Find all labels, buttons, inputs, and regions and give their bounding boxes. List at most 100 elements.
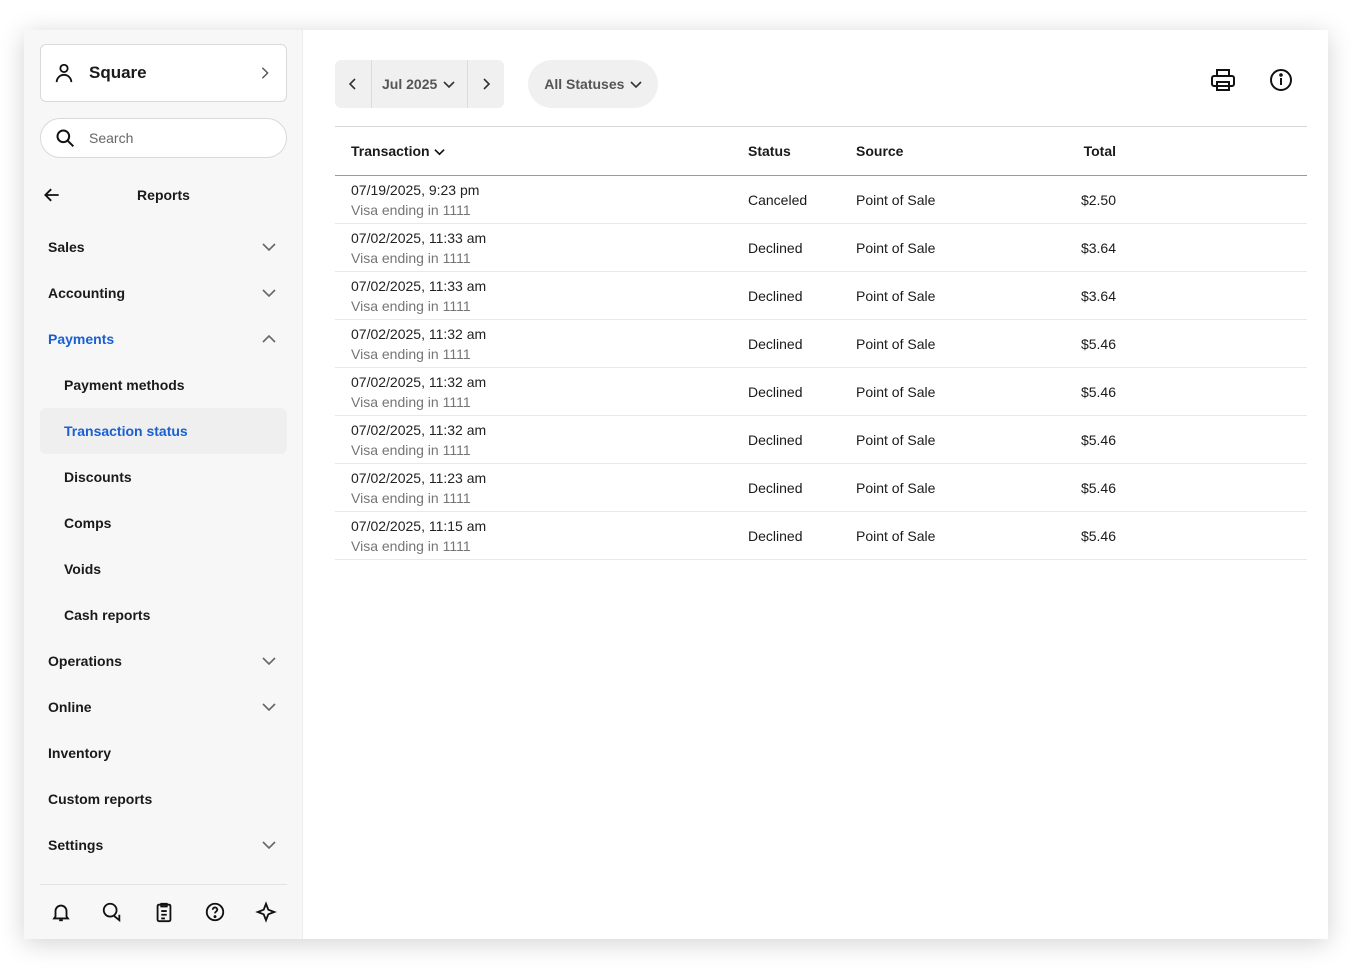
chevron-right-icon <box>483 78 491 90</box>
column-header-source: Source <box>856 143 904 159</box>
table-row[interactable]: 07/19/2025, 9:23 pm Visa ending in 1111 Ca… <box>335 176 1307 224</box>
transaction-card: Visa ending in 1111 <box>351 489 471 506</box>
chevron-down-icon <box>630 81 642 89</box>
transaction-datetime: 07/02/2025, 11:32 am <box>351 421 487 438</box>
transaction-card: Visa ending in 1111 <box>351 345 471 362</box>
transaction-cell: 07/02/2025, 11:33 am Visa ending in 1111 <box>335 228 748 268</box>
column-header-label: Transaction <box>351 143 430 159</box>
sidebar-item-discounts[interactable]: Discounts <box>40 454 287 500</box>
info-icon[interactable] <box>1268 67 1294 93</box>
total-cell: $2.50 <box>1080 191 1116 208</box>
sidebar-item-inventory[interactable]: Inventory <box>40 730 287 776</box>
table-row[interactable]: 07/02/2025, 11:32 am Visa ending in 1111 D… <box>335 368 1307 416</box>
transactions-table: Transaction Status Source Total 07/19/20… <box>335 126 1307 560</box>
source-cell: Point of Sale <box>856 431 936 448</box>
transaction-cell: 07/02/2025, 11:32 am Visa ending in 1111 <box>335 372 748 412</box>
transaction-card: Visa ending in 1111 <box>351 441 471 458</box>
source-cell: Point of Sale <box>856 527 936 544</box>
sidebar-item-sales[interactable]: Sales <box>40 224 287 270</box>
reports-header: Reports <box>40 180 287 210</box>
table-row[interactable]: 07/02/2025, 11:33 am Visa ending in 1111 D… <box>335 272 1307 320</box>
sidebar-item-label: Cash reports <box>64 607 151 623</box>
sparkle-icon[interactable] <box>255 901 277 923</box>
column-header-total: Total <box>1083 143 1116 159</box>
transaction-cell: 07/02/2025, 11:23 am Visa ending in 1111 <box>335 468 748 508</box>
total-cell: $5.46 <box>1080 431 1116 448</box>
table-header: Transaction Status Source Total <box>335 126 1307 176</box>
source-cell: Point of Sale <box>856 335 936 352</box>
source-cell: Point of Sale <box>856 239 936 256</box>
sidebar-item-payment-methods[interactable]: Payment methods <box>40 362 287 408</box>
next-month-button[interactable] <box>468 60 504 108</box>
status-filter-dropdown[interactable]: All Statuses <box>528 60 659 108</box>
transaction-cell: 07/02/2025, 11:32 am Visa ending in 1111 <box>335 324 748 364</box>
sidebar-item-accounting[interactable]: Accounting <box>40 270 287 316</box>
sidebar-item-comps[interactable]: Comps <box>40 500 287 546</box>
table-row[interactable]: 07/02/2025, 11:23 am Visa ending in 1111 D… <box>335 464 1307 512</box>
month-label: Jul 2025 <box>382 76 438 92</box>
search-box[interactable] <box>40 118 287 158</box>
sidebar-item-online[interactable]: Online <box>40 684 287 730</box>
transaction-card: Visa ending in 1111 <box>351 249 471 266</box>
transaction-cell: 07/19/2025, 9:23 pm Visa ending in 1111 <box>335 180 748 220</box>
source-cell: Point of Sale <box>856 383 936 400</box>
transaction-cell: 07/02/2025, 11:15 am Visa ending in 1111 <box>335 516 748 556</box>
help-icon[interactable] <box>204 901 226 923</box>
status-cell: Declined <box>748 431 803 448</box>
page-title: Reports <box>137 187 190 203</box>
status-cell: Declined <box>748 239 803 256</box>
table-row[interactable]: 07/02/2025, 11:15 am Visa ending in 1111 D… <box>335 512 1307 560</box>
transaction-datetime: 07/02/2025, 11:32 am <box>351 373 487 390</box>
sidebar-item-label: Inventory <box>48 745 112 761</box>
sidebar-item-transaction-status[interactable]: Transaction status <box>40 408 287 454</box>
total-cell: $5.46 <box>1080 383 1116 400</box>
transaction-datetime: 07/02/2025, 11:23 am <box>351 469 487 486</box>
status-cell: Declined <box>748 335 803 352</box>
date-selector: Jul 2025 <box>335 60 505 108</box>
sidebar-item-custom-reports[interactable]: Custom reports <box>40 776 287 822</box>
sidebar-item-cash-reports[interactable]: Cash reports <box>40 592 287 638</box>
chat-icon[interactable] <box>101 901 123 923</box>
sidebar-item-label: Online <box>48 699 92 715</box>
bell-icon[interactable] <box>50 901 72 923</box>
account-name: Square <box>89 63 147 82</box>
table-row[interactable]: 07/02/2025, 11:32 am Visa ending in 1111 D… <box>335 320 1307 368</box>
status-cell: Canceled <box>748 191 808 208</box>
search-input[interactable] <box>89 130 259 146</box>
chevron-down-icon <box>262 289 276 298</box>
source-cell: Point of Sale <box>856 191 936 208</box>
sidebar-item-settings[interactable]: Settings <box>40 822 287 868</box>
sidebar-item-label: Settings <box>48 837 104 853</box>
print-icon[interactable] <box>1210 67 1236 93</box>
column-header-transaction[interactable]: Transaction <box>335 143 748 159</box>
table-body: 07/19/2025, 9:23 pm Visa ending in 1111 Ca… <box>335 176 1307 560</box>
table-row[interactable]: 07/02/2025, 11:32 am Visa ending in 1111 D… <box>335 416 1307 464</box>
month-dropdown[interactable]: Jul 2025 <box>371 60 469 108</box>
sidebar-item-voids[interactable]: Voids <box>40 546 287 592</box>
status-cell: Declined <box>748 383 803 400</box>
total-cell: $5.46 <box>1080 527 1116 544</box>
sidebar-item-label: Voids <box>64 561 102 577</box>
chevron-down-icon <box>443 81 455 89</box>
chevron-right-icon <box>258 66 272 80</box>
sidebar-item-payments[interactable]: Payments <box>40 316 287 362</box>
sidebar-item-label: Transaction status <box>64 423 188 439</box>
sidebar-item-label: Comps <box>64 515 112 531</box>
source-cell: Point of Sale <box>856 479 936 496</box>
chevron-down-icon <box>262 243 276 252</box>
transaction-card: Visa ending in 1111 <box>351 297 471 314</box>
transaction-card: Visa ending in 1111 <box>351 393 471 410</box>
table-row[interactable]: 07/02/2025, 11:33 am Visa ending in 1111 D… <box>335 224 1307 272</box>
account-switcher[interactable]: Square <box>40 44 287 102</box>
status-cell: Declined <box>748 527 803 544</box>
sidebar: Square Reports Sales Accounting <box>24 30 303 939</box>
total-cell: $3.64 <box>1080 287 1116 304</box>
sidebar-item-label: Payments <box>48 331 115 347</box>
chevron-down-icon <box>262 657 276 666</box>
transaction-datetime: 07/02/2025, 11:32 am <box>351 325 487 342</box>
clipboard-icon[interactable] <box>153 901 175 923</box>
column-header-status: Status <box>748 143 791 159</box>
previous-month-button[interactable] <box>335 60 371 108</box>
sidebar-item-operations[interactable]: Operations <box>40 638 287 684</box>
sidebar-item-label: Sales <box>48 239 85 255</box>
